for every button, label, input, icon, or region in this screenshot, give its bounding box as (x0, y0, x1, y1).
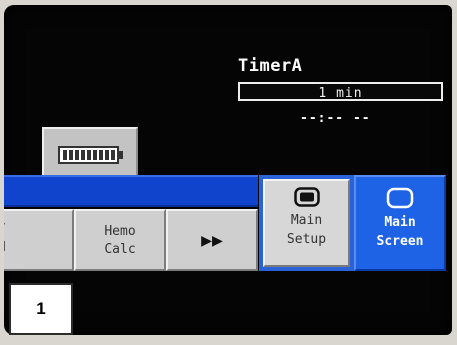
main-screen-button[interactable]: Main Screen (354, 175, 446, 271)
main-screen-line2: Screen (376, 234, 424, 249)
timer-countdown: --:-- -- (300, 111, 371, 126)
timer-title: TimerA (238, 56, 303, 76)
hemo-calc-line2: Calc (104, 242, 136, 257)
monitor-filled-icon (293, 187, 320, 207)
battery-indicator (42, 127, 138, 175)
hemo-calc-line1: Hemo (104, 224, 136, 239)
battery-icon (58, 146, 123, 164)
partial-softkey[interactable]: / d (4, 209, 74, 271)
timer-interval-field[interactable]: 1 min (238, 82, 443, 101)
fast-forward-icon: ▶▶ (201, 230, 223, 251)
hemo-calc-button[interactable]: Hemo Calc (74, 209, 166, 271)
device-frame: TimerA 1 min --:-- -- Hemo Calc ▶▶ Main … (0, 0, 457, 345)
partial-softkey-line1: / (4, 221, 6, 239)
timer-interval-value: 1 min (318, 86, 363, 101)
main-screen-line1: Main (384, 215, 416, 230)
main-setup-button[interactable]: Main Setup (259, 175, 354, 271)
partial-softkey-line2: d (4, 239, 6, 257)
message-bar (4, 175, 258, 207)
main-setup-line1: Main (290, 213, 323, 228)
more-keys-button[interactable]: ▶▶ (166, 209, 258, 271)
monitor-outline-icon (386, 187, 414, 209)
main-setup-line2: Setup (286, 232, 327, 247)
step-number-label: 1 (9, 283, 73, 335)
